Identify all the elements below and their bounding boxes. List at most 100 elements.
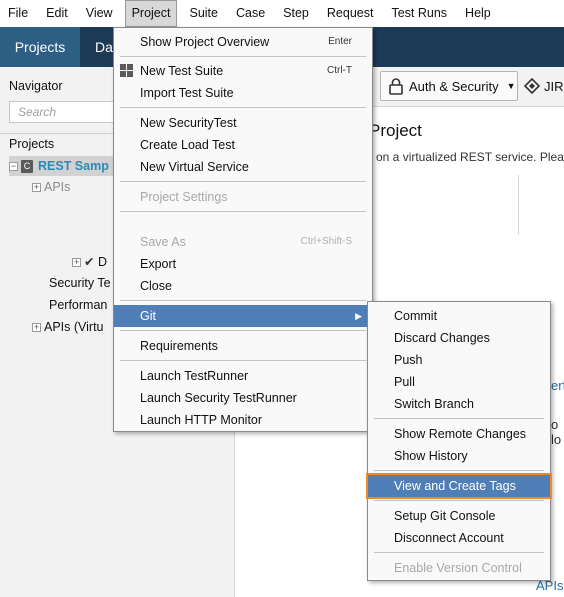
expand-icon[interactable]: + (32, 323, 41, 333)
section-fragment-perf: erf (551, 378, 564, 393)
tree-item-apis-virtual[interactable]: + APIs (Virtu (32, 320, 104, 334)
tab-projects[interactable]: Projects (0, 27, 80, 67)
jira-button[interactable]: JIR (524, 71, 564, 101)
menu-item-label: Setup Git Console (394, 509, 496, 523)
submenu-arrow-icon: ▶ (355, 311, 362, 321)
jira-label: JIR (544, 78, 564, 94)
menu-item-label: Launch HTTP Monitor (140, 413, 263, 427)
menu-item-label: Requirements (140, 339, 218, 353)
lock-icon (389, 77, 403, 95)
menu-item-label: Show Project Overview (140, 35, 270, 49)
menu-item-label: Close (140, 279, 172, 293)
menu-item-close[interactable]: Close (114, 275, 372, 297)
section-fragment-lo: o lo (551, 417, 562, 447)
auth-security-button[interactable]: Auth & Security ▼ (380, 71, 518, 101)
navigator-search-input[interactable]: Search (9, 101, 119, 123)
menu-separator (374, 552, 544, 553)
menu-project[interactable]: Project (124, 0, 178, 27)
menu-item-label: Commit (394, 309, 438, 323)
menu-separator (120, 360, 366, 361)
menu-item-view-and-create-tags[interactable]: View and Create Tags (366, 473, 552, 499)
menu-item-disconnect-account[interactable]: Disconnect Account (368, 527, 550, 549)
menu-item-label: Enable Version Control (394, 561, 522, 575)
menu-item-label: Push (394, 353, 423, 367)
menu-item-label: New SecurityTest (140, 116, 237, 130)
menu-item-new-virtual-service[interactable]: New Virtual Service (114, 156, 372, 178)
jira-icon (524, 78, 540, 94)
menu-item-launch-http-monitor[interactable]: Launch HTTP Monitor (114, 409, 372, 431)
menu-item-show-project-overview[interactable]: Show Project Overview Enter (114, 31, 372, 53)
menu-separator (374, 418, 544, 419)
projects-label: Projects (9, 137, 55, 151)
shortcut-label: Ctrl-T (327, 65, 352, 76)
content-divider (518, 175, 519, 235)
menu-item-label: Launch TestRunner (140, 369, 249, 383)
menu-item-label: Project Settings (140, 190, 228, 204)
menu-item-label: Create Load Test (140, 138, 235, 152)
menu-item-label: Discard Changes (394, 331, 490, 345)
tree-item-rest-sample[interactable]: − C REST Samp (9, 156, 119, 176)
menu-item-new-security-test[interactable]: New SecurityTest (114, 112, 372, 134)
tree-label: D (97, 255, 107, 269)
menu-item-git[interactable]: Git ▶ (114, 305, 372, 327)
menu-item-label: Export (140, 257, 177, 271)
menu-bar: File Edit View Project Suite Case Step R… (0, 0, 564, 27)
menu-item-label: Disconnect Account (394, 531, 504, 545)
menu-item-launch-testrunner[interactable]: Launch TestRunner (114, 365, 372, 387)
menu-item-save-as: Save As Ctrl+Shift-S (114, 231, 372, 253)
menu-item-requirements[interactable]: Requirements (114, 335, 372, 357)
menu-item-label: Switch Branch (394, 397, 474, 411)
menu-item-show-remote-changes[interactable]: Show Remote Changes (368, 423, 550, 445)
menu-separator (120, 56, 366, 57)
menu-item-show-history[interactable]: Show History (368, 445, 550, 467)
menu-item-launch-security-testrunner[interactable]: Launch Security TestRunner (114, 387, 372, 409)
menu-edit[interactable]: Edit (40, 0, 74, 27)
expand-icon[interactable]: + (72, 258, 81, 268)
menu-help[interactable]: Help (459, 0, 497, 27)
menu-view[interactable]: View (80, 0, 119, 27)
menu-item-discard-changes[interactable]: Discard Changes (368, 327, 550, 349)
navigator-title: Navigator (9, 79, 63, 93)
tree-item-d[interactable]: + ✔ D (72, 254, 107, 269)
menu-item-label: Pull (394, 375, 415, 389)
menu-separator (120, 300, 366, 301)
tree-item-security[interactable]: Security Te (49, 276, 111, 290)
menu-separator (374, 470, 544, 471)
menu-item-label: New Test Suite (140, 64, 224, 78)
menu-item-push[interactable]: Push (368, 349, 550, 371)
shortcut-label: Ctrl+Shift-S (300, 236, 352, 247)
project-menu: Show Project Overview Enter New Test Sui… (113, 27, 373, 432)
menu-item-commit[interactable]: Commit (368, 305, 550, 327)
chevron-down-icon: ▼ (506, 81, 516, 91)
menu-item-create-load-test[interactable]: Create Load Test (114, 134, 372, 156)
menu-item-project-settings: Project Settings (114, 186, 372, 208)
menu-item-label: Import Test Suite (140, 86, 234, 100)
menu-item-setup-git-console[interactable]: Setup Git Console (368, 505, 550, 527)
menu-item-label: Launch Security TestRunner (140, 391, 297, 405)
menu-item-label: View and Create Tags (394, 479, 516, 493)
menu-item-export[interactable]: Export (114, 253, 372, 275)
menu-step[interactable]: Step (277, 0, 315, 27)
menu-separator (374, 500, 544, 501)
menu-file[interactable]: File (0, 0, 34, 27)
menu-item-pull[interactable]: Pull (368, 371, 550, 393)
menu-item-import-test-suite[interactable]: Import Test Suite (114, 82, 372, 104)
tree-item-performance[interactable]: Performan (49, 298, 107, 312)
menu-item-label: Show Remote Changes (394, 427, 527, 441)
menu-case[interactable]: Case (230, 0, 271, 27)
menu-suite[interactable]: Suite (183, 0, 224, 27)
menu-request[interactable]: Request (321, 0, 380, 27)
menu-item-new-test-suite[interactable]: New Test Suite Ctrl-T (114, 60, 372, 82)
tree-item-apis[interactable]: + APIs (32, 180, 70, 194)
menu-item-switch-branch[interactable]: Switch Branch (368, 393, 550, 415)
menu-test-runs[interactable]: Test Runs (385, 0, 453, 27)
project-icon: C (21, 160, 33, 174)
menu-item-label: New Virtual Service (140, 160, 249, 174)
menu-item-label: Save As (140, 235, 186, 249)
git-submenu: Commit Discard Changes Push Pull Switch … (366, 301, 552, 581)
project-description: on a virtualized REST service. Plea (376, 150, 564, 164)
menu-item-enable-version-control: Enable Version Control (368, 557, 550, 579)
expand-icon[interactable]: + (32, 183, 41, 193)
collapse-icon[interactable]: − (9, 162, 18, 172)
test-suite-grid-icon (120, 64, 133, 77)
